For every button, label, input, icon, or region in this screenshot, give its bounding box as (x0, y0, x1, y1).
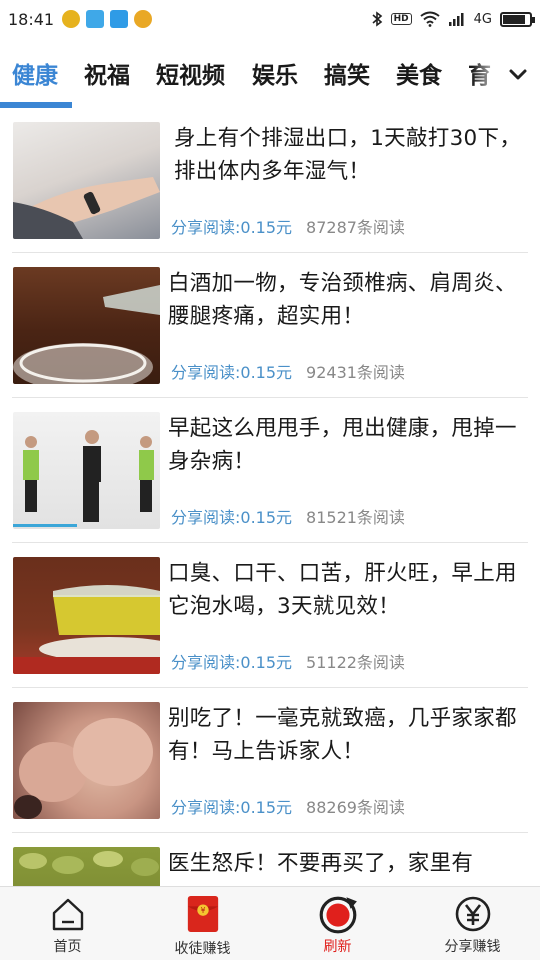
status-bar: 18:41 HD 4G (0, 0, 540, 38)
nav-recruit-label: 收徒赚钱 (174, 941, 231, 957)
article-item[interactable]: 早起这么甩甩手，甩出健康，甩掉一身杂病！ 分享阅读:0.15元 81521条阅读 (0, 398, 540, 543)
signal-icon (448, 13, 464, 26)
article-meta: 分享阅读:0.15元 51122条阅读 (171, 649, 405, 673)
tab-health[interactable]: 健康 (12, 56, 58, 90)
nav-share[interactable]: 分享赚钱 (405, 887, 540, 960)
battery-icon (500, 11, 535, 27)
article-meta: 分享阅读:0.15元 87287条阅读 (171, 214, 405, 238)
home-icon (52, 898, 83, 931)
article-reward: 分享阅读:0.15元 (171, 508, 293, 527)
tab-food[interactable]: 美食 (396, 56, 442, 90)
hd-icon: HD (390, 13, 412, 25)
refresh-icon (319, 896, 357, 934)
article-thumbnail (13, 702, 160, 819)
coin-notification-icon (134, 10, 153, 28)
article-title: 早起这么甩甩手，甩出健康，甩掉一身杂病！ (168, 416, 517, 474)
wifi-icon (420, 11, 440, 27)
scan-notification-icon (110, 10, 129, 28)
tab-funny[interactable]: 搞笑 (324, 56, 370, 90)
article-item[interactable]: 医生怒斥！不要再买了，家里有 (0, 833, 540, 886)
article-reward: 分享阅读:0.15元 (171, 653, 293, 672)
article-thumbnail (13, 122, 160, 239)
svg-text:¥: ¥ (200, 906, 205, 915)
article-title: 医生怒斥！不要再买了，家里有 (168, 851, 474, 876)
tab-short-video[interactable]: 短视频 (156, 56, 225, 90)
article-reward: 分享阅读:0.15元 (171, 218, 293, 237)
article-reads: 92431条阅读 (306, 363, 405, 382)
article-title: 别吃了！一毫克就致癌，几乎家家都有！马上告诉家人！ (168, 706, 517, 764)
bluetooth-icon (372, 11, 382, 27)
article-title: 口臭、口干、口苦，肝火旺，早上用它泡水喝，3天就见效！ (168, 561, 517, 619)
nav-share-label: 分享赚钱 (444, 939, 501, 955)
article-title: 身上有个排湿出口，1天敲打30下，排出体内多年湿气！ (174, 126, 522, 184)
tab-fade (472, 46, 502, 102)
red-envelope-icon: ¥ (187, 895, 218, 932)
nav-refresh[interactable]: 刷新 (270, 887, 405, 960)
article-thumbnail (13, 847, 160, 886)
nav-home[interactable]: 首页 (0, 887, 135, 960)
message-notification-icon (86, 10, 105, 28)
bottom-navigation: 首页 ¥ 收徒赚钱 刷新 分享赚钱 (0, 886, 540, 960)
article-reads: 51122条阅读 (306, 653, 405, 672)
article-thumbnail (13, 412, 160, 529)
chevron-down-icon[interactable] (504, 60, 532, 88)
article-item[interactable]: 身上有个排湿出口，1天敲打30下，排出体内多年湿气！ 分享阅读:0.15元 872… (0, 108, 540, 253)
article-title: 白酒加一物，专治颈椎病、肩周炎、腰腿疼痛，超实用！ (168, 271, 517, 329)
status-time: 18:41 (8, 9, 55, 29)
network-type: 4G (473, 11, 492, 27)
article-meta: 分享阅读:0.15元 81521条阅读 (171, 504, 405, 528)
nav-recruit[interactable]: ¥ 收徒赚钱 (135, 887, 270, 960)
article-reads: 81521条阅读 (306, 508, 405, 527)
notification-app-icon (62, 10, 81, 28)
article-item[interactable]: 白酒加一物，专治颈椎病、肩周炎、腰腿疼痛，超实用！ 分享阅读:0.15元 9243… (0, 253, 540, 398)
tab-entertainment[interactable]: 娱乐 (252, 56, 298, 90)
article-thumbnail (13, 557, 160, 674)
article-thumbnail (13, 267, 160, 384)
article-item[interactable]: 口臭、口干、口苦，肝火旺，早上用它泡水喝，3天就见效！ 分享阅读:0.15元 51… (0, 543, 540, 688)
article-meta: 分享阅读:0.15元 88269条阅读 (171, 794, 405, 818)
article-item[interactable]: 别吃了！一毫克就致癌，几乎家家都有！马上告诉家人！ 分享阅读:0.15元 8826… (0, 688, 540, 833)
article-reads: 88269条阅读 (306, 798, 405, 817)
yuan-coin-icon (455, 896, 490, 932)
category-tabs: 健康 祝福 短视频 娱乐 搞笑 美食 育 (0, 46, 540, 108)
nav-refresh-label: 刷新 (323, 939, 352, 955)
article-reward: 分享阅读:0.15元 (171, 798, 293, 817)
article-feed[interactable]: 身上有个排湿出口，1天敲打30下，排出体内多年湿气！ 分享阅读:0.15元 872… (0, 108, 540, 886)
article-meta: 分享阅读:0.15元 92431条阅读 (171, 359, 405, 383)
article-reward: 分享阅读:0.15元 (171, 363, 293, 382)
nav-home-label: 首页 (53, 939, 82, 955)
tab-blessing[interactable]: 祝福 (84, 56, 130, 90)
article-reads: 87287条阅读 (306, 218, 405, 237)
